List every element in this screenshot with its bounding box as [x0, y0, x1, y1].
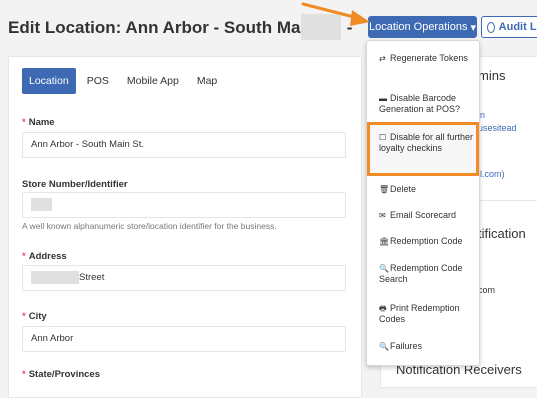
trash-icon: 🗑: [379, 185, 390, 194]
menu-item-print-redemption-codes[interactable]: 🖶 Print Redemption Codes: [379, 303, 475, 325]
required-marker: *: [22, 369, 26, 380]
tab-map[interactable]: Map: [190, 68, 224, 94]
print-icon: 🖶: [379, 304, 387, 313]
notification-heading-fragment: tification: [478, 226, 526, 241]
city-label: * City: [22, 311, 47, 322]
audit-log-label: Audit Log: [498, 21, 537, 33]
tab-location[interactable]: Location: [22, 68, 76, 94]
admins-heading-fragment: mins: [478, 68, 506, 83]
arrow-shaft: [301, 2, 360, 20]
bank-icon: 🏛: [379, 237, 390, 246]
annotation-arrow: [301, 2, 370, 26]
state-label: * State/Provinces: [22, 369, 100, 380]
search-icon: 🔍: [379, 264, 389, 273]
name-field[interactable]: Ann Arbor - South Main St.: [22, 132, 346, 158]
location-operations-menu: ⇄ Regenerate Tokens ▬ Disable Barcode Gene…: [366, 40, 480, 366]
audit-log-button[interactable]: Audit Log: [481, 16, 537, 38]
location-form-panel: Location POS Mobile App Map * Name Ann Ar…: [8, 56, 362, 398]
envelope-icon: ✉: [379, 211, 386, 220]
menu-item-email-scorecard[interactable]: ✉ Email Scorecard: [379, 210, 475, 221]
tab-bar: Location POS Mobile App Map: [22, 68, 224, 94]
store-number-help: A well known alphanumeric store/location…: [22, 221, 277, 231]
admin-link-fragment[interactable]: il.com): [478, 169, 505, 179]
search-icon: 🔍: [379, 342, 389, 351]
tab-pos[interactable]: POS: [80, 68, 116, 94]
address-label: * Address: [22, 251, 67, 262]
store-number-field[interactable]: [22, 192, 346, 218]
required-marker: *: [22, 251, 26, 262]
name-label: * Name: [22, 117, 55, 128]
redacted-value: [31, 197, 52, 211]
required-marker: *: [22, 117, 26, 128]
menu-item-disable-barcode[interactable]: ▬ Disable Barcode Generation at POS?: [379, 93, 475, 115]
menu-item-regenerate-tokens[interactable]: ⇄ Regenerate Tokens: [379, 53, 475, 64]
redacted-value: [31, 270, 79, 284]
location-operations-button[interactable]: Location Operations ▾: [368, 16, 477, 38]
highlight-box: [367, 122, 479, 176]
minus-icon: ▬: [379, 94, 387, 103]
arrow-head: [350, 10, 370, 26]
address-field[interactable]: Street: [22, 265, 346, 291]
required-marker: *: [22, 311, 26, 322]
menu-item-redemption-code[interactable]: 🏛Redemption Code: [379, 236, 475, 247]
email-fragment: com: [478, 285, 496, 295]
admin-link-fragment[interactable]: usesitead: [478, 123, 517, 133]
menu-item-failures[interactable]: 🔍Failures: [379, 341, 475, 352]
location-operations-label: Location Operations: [369, 21, 468, 33]
menu-item-redemption-code-search[interactable]: 🔍Redemption Code Search: [379, 263, 475, 285]
clock-icon: [487, 21, 495, 33]
caret-down-icon: ▾: [470, 21, 476, 34]
menu-item-delete[interactable]: 🗑Delete: [379, 184, 475, 195]
refresh-icon: ⇄: [379, 54, 386, 63]
city-field[interactable]: Ann Arbor: [22, 326, 346, 352]
tab-mobile-app[interactable]: Mobile App: [120, 68, 186, 94]
store-number-label: Store Number/Identifier: [22, 179, 128, 190]
